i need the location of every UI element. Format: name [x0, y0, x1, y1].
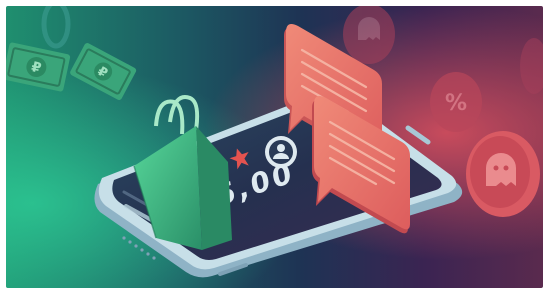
ecommerce-rating-illustration: ₽ ₽ % 5,00: [6, 6, 543, 288]
illustration-frame: ₽ ₽ % 5,00: [6, 6, 543, 288]
discount-coin-icon: %: [430, 72, 482, 132]
discount-symbol: %: [445, 91, 467, 116]
coin-ghost-icon: [343, 6, 395, 64]
coin-ghost-icon: [466, 131, 540, 217]
